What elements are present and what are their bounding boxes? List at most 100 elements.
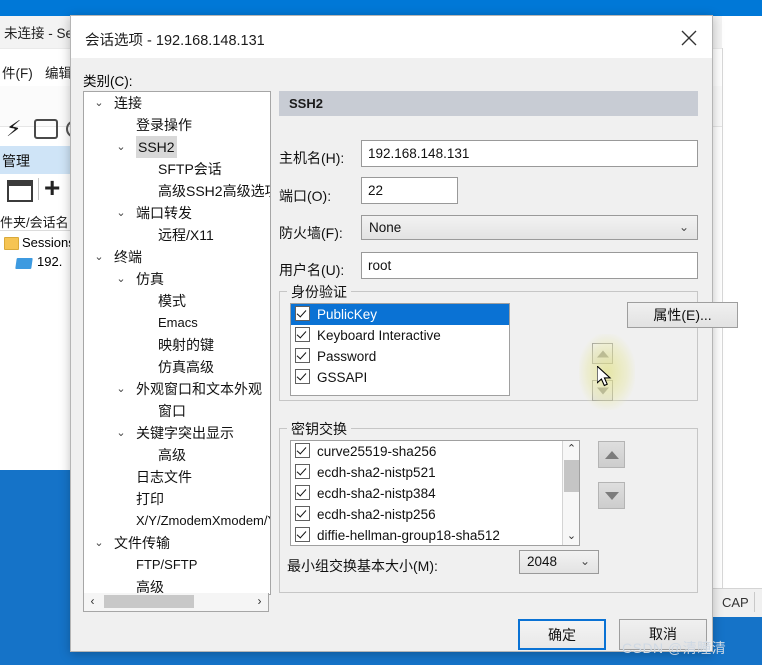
kex-item[interactable]: ecdh-sha2-nistp521: [291, 462, 564, 483]
scroll-left-icon[interactable]: ‹: [84, 593, 101, 610]
menu-item-file[interactable]: 件(F): [2, 62, 33, 82]
tree-item-20[interactable]: ⌄ 文件传输: [84, 532, 270, 554]
kex-item[interactable]: ecdh-sha2-nistp256: [291, 504, 564, 525]
auth-move-up-button[interactable]: [592, 343, 613, 364]
properties-button[interactable]: 属性(E)...: [627, 302, 738, 328]
checkbox-checked-icon[interactable]: [295, 348, 310, 363]
tree-item-7[interactable]: ⌄ 终端: [84, 246, 270, 268]
auth-item[interactable]: PublicKey: [291, 304, 509, 325]
auth-item[interactable]: Password: [291, 346, 509, 367]
kex-item[interactable]: diffie-hellman-group18-sha512: [291, 525, 564, 545]
add-icon[interactable]: +: [44, 174, 60, 202]
checkbox-checked-icon[interactable]: [295, 485, 310, 500]
tree-item-14[interactable]: 窗口: [84, 400, 270, 422]
hostname-input[interactable]: [361, 140, 698, 167]
chevron-down-icon[interactable]: ⌄: [114, 202, 128, 224]
manage-panel-label: 管理: [2, 153, 30, 169]
chevron-down-icon[interactable]: ⌄: [92, 532, 106, 554]
auth-move-down-button[interactable]: [592, 380, 613, 401]
chevron-down-icon[interactable]: ⌄: [114, 422, 128, 444]
checkbox-checked-icon[interactable]: [295, 369, 310, 384]
port-input[interactable]: [361, 177, 458, 204]
tree-item-10[interactable]: Emacs: [84, 312, 270, 334]
tree-item-label: 远程/X11: [158, 227, 214, 243]
tree-item-21[interactable]: FTP/SFTP: [84, 554, 270, 576]
lightning-icon[interactable]: ⚡: [6, 118, 21, 140]
chevron-down-icon[interactable]: ⌄: [114, 136, 128, 158]
tree-item-13[interactable]: ⌄ 外观窗口和文本外观: [84, 378, 270, 400]
tree-item-12[interactable]: 仿真高级: [84, 356, 270, 378]
tree-item-3[interactable]: SFTP会话: [84, 158, 270, 180]
checkbox-checked-icon[interactable]: [295, 464, 310, 479]
dialog-title: 会话选项 - 192.168.148.131: [85, 33, 265, 49]
sessions-column-header: 件夹/会话名: [0, 215, 69, 230]
kex-item[interactable]: ecdh-sha2-nistp384: [291, 483, 564, 504]
checkbox-checked-icon[interactable]: [295, 327, 310, 342]
tree-item-0[interactable]: ⌄ 连接: [84, 92, 270, 114]
kex-vertical-scrollbar[interactable]: ⌃ ⌄: [562, 441, 579, 545]
checkbox-checked-icon[interactable]: [295, 443, 310, 458]
key-exchange-list[interactable]: curve25519-sha256 ecdh-sha2-nistp521 ecdh-…: [290, 440, 580, 546]
authentication-list[interactable]: PublicKey Keyboard Interactive Password GSS…: [290, 303, 510, 396]
desktop-accent-strip: [0, 0, 762, 16]
firewall-select[interactable]: None ⌄: [361, 215, 698, 240]
chevron-down-icon[interactable]: ⌄: [92, 246, 106, 268]
tree-item-label: 端口转发: [136, 205, 192, 221]
auth-item[interactable]: Keyboard Interactive: [291, 325, 509, 346]
window-icon[interactable]: [7, 180, 33, 202]
chevron-down-icon[interactable]: ⌄: [92, 92, 106, 114]
tree-item-label: 连接: [114, 95, 142, 111]
auth-item-label: Keyboard Interactive: [317, 328, 441, 343]
chevron-down-icon[interactable]: ⌄: [114, 378, 128, 400]
checkbox-checked-icon[interactable]: [295, 306, 310, 321]
watermark-text: CSDN @清瞳清: [622, 640, 727, 656]
username-input[interactable]: [361, 252, 698, 279]
category-label: 类别(C):: [83, 74, 133, 89]
kex-item[interactable]: curve25519-sha256: [291, 441, 564, 462]
toolbar-divider: [38, 178, 39, 200]
close-icon[interactable]: [666, 16, 712, 58]
kex-item-label: diffie-hellman-group18-sha512: [317, 528, 500, 543]
firewall-label: 防火墙(F):: [279, 225, 343, 241]
tree-item-19[interactable]: X/Y/ZmodemXmodem/Y: [84, 510, 270, 532]
tree-item-5[interactable]: ⌄ 端口转发: [84, 202, 270, 224]
sessions-folder-label[interactable]: Sessions: [22, 235, 75, 250]
sessions-header-divider: [0, 230, 70, 231]
tree-item-label: SFTP会话: [158, 161, 222, 177]
menu-item-edit[interactable]: 编辑: [45, 62, 72, 82]
checkbox-checked-icon[interactable]: [295, 506, 310, 521]
auth-item-label: Password: [317, 349, 377, 364]
auth-item-label: GSSAPI: [317, 370, 368, 385]
tree-item-18[interactable]: 打印: [84, 488, 270, 510]
chevron-down-icon[interactable]: ⌄: [114, 268, 128, 290]
tree-item-label: 打印: [136, 491, 164, 507]
tree-item-11[interactable]: 映射的键: [84, 334, 270, 356]
session-item-label[interactable]: 192.: [37, 254, 62, 269]
ok-button[interactable]: 确定: [518, 619, 606, 650]
session-options-dialog: 会话选项 - 192.168.148.131 类别(C): ⌄ 连接 登录操作 ⌄ SS…: [70, 15, 738, 652]
scrollbar-thumb[interactable]: [104, 595, 194, 608]
tree-horizontal-scrollbar[interactable]: ‹ ›: [83, 593, 269, 612]
tree-item-9[interactable]: 模式: [84, 290, 270, 312]
tree-item-15[interactable]: ⌄ 关键字突出显示: [84, 422, 270, 444]
kex-move-down-button[interactable]: [598, 482, 625, 509]
tree-item-2[interactable]: ⌄ SSH2: [84, 136, 270, 158]
scroll-right-icon[interactable]: ›: [251, 593, 268, 610]
tree-item-6[interactable]: 远程/X11: [84, 224, 270, 246]
panel-title: SSH2: [289, 96, 323, 111]
tree-item-1[interactable]: 登录操作: [84, 114, 270, 136]
tree-item-4[interactable]: 高级SSH2高级选项: [84, 180, 270, 202]
tree-item-17[interactable]: 日志文件: [84, 466, 270, 488]
reconnect-icon[interactable]: [34, 116, 58, 139]
kex-move-up-button[interactable]: [598, 441, 625, 468]
key-exchange-group-title: 密钥交换: [287, 419, 351, 439]
scroll-up-icon[interactable]: ⌃: [563, 441, 579, 458]
kex-scrollbar-thumb[interactable]: [564, 460, 579, 492]
auth-item[interactable]: GSSAPI: [291, 367, 509, 388]
checkbox-checked-icon[interactable]: [295, 527, 310, 542]
min-group-exchange-select[interactable]: 2048 ⌄: [519, 550, 599, 574]
tree-item-16[interactable]: 高级: [84, 444, 270, 466]
tree-item-8[interactable]: ⌄ 仿真: [84, 268, 270, 290]
scroll-down-icon[interactable]: ⌄: [563, 528, 579, 545]
category-tree[interactable]: ⌄ 连接 登录操作 ⌄ SSH2 SFTP会话 高级SSH2高级选项 ⌄ 端口转发 远程/X11 ⌄…: [83, 91, 271, 595]
